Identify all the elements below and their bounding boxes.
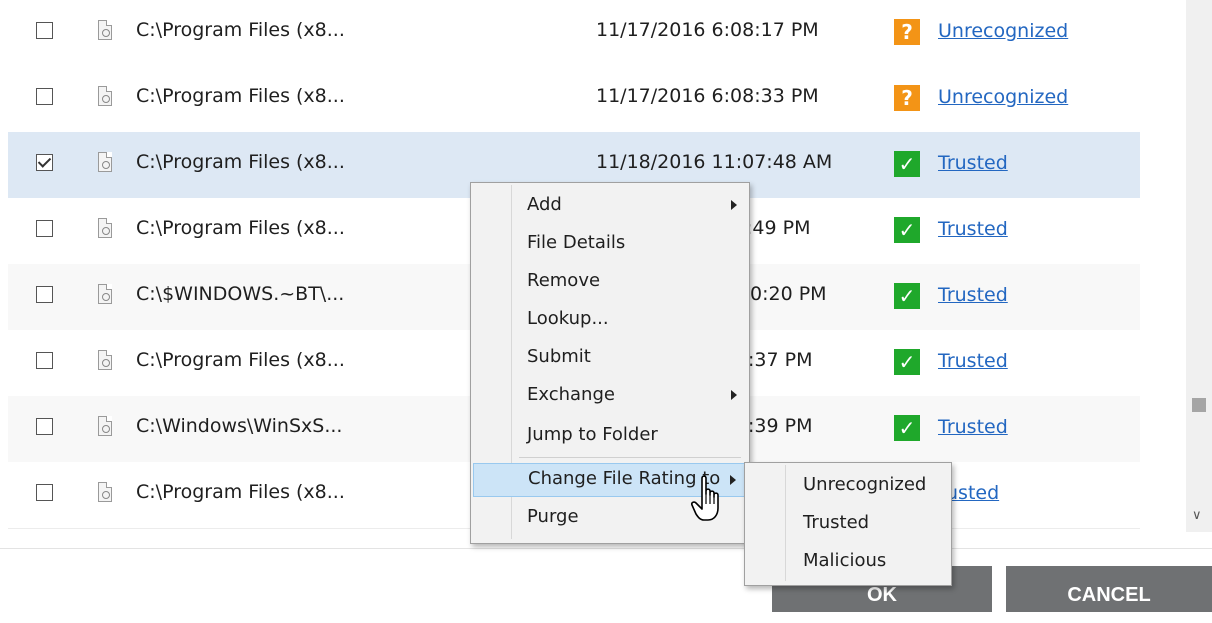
row-checkbox[interactable]: [36, 88, 53, 105]
row-checkbox[interactable]: [36, 22, 53, 39]
file-icon: [98, 284, 112, 304]
submenu-arrow-icon: [731, 200, 737, 210]
row-checkbox[interactable]: [36, 418, 53, 435]
file-icon: [98, 482, 112, 502]
rating-link[interactable]: Trusted: [938, 416, 1008, 438]
question-icon: ?: [894, 19, 920, 45]
file-path: C:\Program Files (x8...: [136, 85, 345, 107]
file-icon: [98, 152, 112, 172]
submenu-item-unrecognized[interactable]: Unrecognized: [747, 467, 947, 503]
file-icon: [98, 416, 112, 436]
menu-item-remove[interactable]: Remove: [473, 265, 745, 299]
menu-item-exchange[interactable]: Exchange: [473, 379, 745, 413]
menu-item-label: Remove: [527, 270, 601, 291]
menu-item-label: Exchange: [527, 384, 615, 405]
rating-link[interactable]: Unrecognized: [938, 20, 1068, 42]
file-icon: [98, 218, 112, 238]
row-checkbox[interactable]: [36, 286, 53, 303]
table-row[interactable]: C:\Program Files (x8... 11/17/2016 6:08:…: [8, 0, 1140, 67]
menu-item-add[interactable]: Add: [473, 189, 745, 223]
rating-link[interactable]: Trusted: [938, 350, 1008, 372]
menu-item-label: Submit: [527, 346, 591, 367]
checkmark-icon: ✓: [894, 349, 920, 375]
file-path: C:\$WINDOWS.~BT\...: [136, 283, 345, 305]
rating-link[interactable]: Trusted: [938, 218, 1008, 240]
menu-item-jump-to-folder[interactable]: Jump to Folder: [473, 419, 745, 453]
file-path: C:\Windows\WinSxS...: [136, 415, 343, 437]
submenu-arrow-icon: [731, 390, 737, 400]
checkmark-icon: ✓: [894, 283, 920, 309]
menu-item-submit[interactable]: Submit: [473, 341, 745, 375]
submenu-item-trusted[interactable]: Trusted: [747, 505, 947, 541]
menu-item-label: Purge: [527, 506, 579, 527]
checkmark-icon: ✓: [894, 415, 920, 441]
file-date: 0:20 PM: [750, 283, 827, 305]
file-icon: [98, 350, 112, 370]
row-checkbox[interactable]: [36, 352, 53, 369]
menu-item-lookup[interactable]: Lookup...: [473, 303, 745, 337]
question-icon: ?: [894, 85, 920, 111]
file-path: C:\Program Files (x8...: [136, 481, 345, 503]
file-path: C:\Program Files (x8...: [136, 151, 345, 173]
rating-link[interactable]: Trusted: [938, 152, 1008, 174]
vertical-scrollbar[interactable]: ∨: [1186, 0, 1212, 532]
file-path: C:\Program Files (x8...: [136, 19, 345, 41]
row-checkbox-checked[interactable]: [36, 154, 53, 171]
table-row[interactable]: C:\Program Files (x8... 11/17/2016 6:08:…: [8, 66, 1140, 133]
file-date: 11/18/2016 11:07:48 AM: [596, 151, 833, 173]
menu-item-label: File Details: [527, 232, 626, 253]
rating-link[interactable]: Unrecognized: [938, 86, 1068, 108]
file-date: :37 PM: [748, 349, 813, 371]
menu-separator: [519, 457, 741, 458]
rating-link[interactable]: usted: [946, 482, 999, 504]
menu-item-label: Lookup...: [527, 308, 609, 329]
cancel-button[interactable]: CANCEL: [1006, 566, 1212, 612]
footer-divider: [0, 548, 1212, 549]
file-icon: [98, 20, 112, 40]
checkmark-icon: ✓: [894, 151, 920, 177]
file-date: :49 PM: [746, 217, 811, 239]
submenu-arrow-icon: [730, 475, 736, 485]
file-path: C:\Program Files (x8...: [136, 217, 345, 239]
rating-link[interactable]: Trusted: [938, 284, 1008, 306]
file-date: :39 PM: [748, 415, 813, 437]
row-checkbox[interactable]: [36, 220, 53, 237]
file-date: 11/17/2016 6:08:17 PM: [596, 19, 819, 41]
chevron-down-icon[interactable]: ∨: [1192, 508, 1202, 523]
rating-submenu: Unrecognized Trusted Malicious: [744, 462, 952, 586]
row-checkbox[interactable]: [36, 484, 53, 501]
checkmark-icon: ✓: [894, 217, 920, 243]
scrollbar-thumb[interactable]: [1192, 398, 1206, 412]
file-path: C:\Program Files (x8...: [136, 349, 345, 371]
menu-item-label: Add: [527, 194, 562, 215]
file-icon: [98, 86, 112, 106]
file-date: 11/17/2016 6:08:33 PM: [596, 85, 819, 107]
menu-item-file-details[interactable]: File Details: [473, 227, 745, 261]
submenu-item-malicious[interactable]: Malicious: [747, 543, 947, 579]
menu-item-label: Jump to Folder: [527, 424, 658, 445]
hand-cursor-icon: [691, 475, 719, 521]
